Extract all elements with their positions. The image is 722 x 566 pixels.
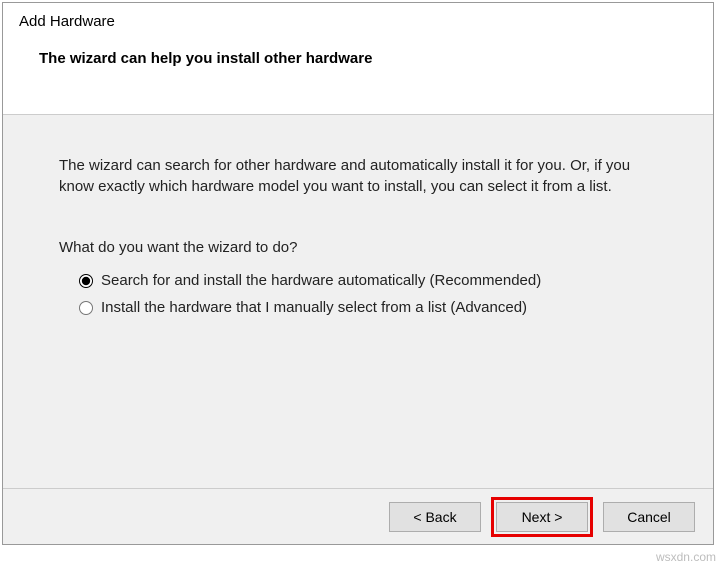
wizard-body: The wizard can search for other hardware… — [3, 115, 713, 488]
window-title: Add Hardware — [19, 13, 697, 30]
wizard-window: Add Hardware The wizard can help you ins… — [2, 2, 714, 545]
wizard-heading: The wizard can help you install other ha… — [39, 50, 697, 67]
option-manual[interactable]: Install the hardware that I manually sel… — [79, 299, 657, 316]
wizard-header: Add Hardware The wizard can help you ins… — [3, 3, 713, 115]
back-button[interactable]: < Back — [389, 502, 481, 532]
intro-text: The wizard can search for other hardware… — [59, 155, 657, 197]
next-button-highlight: Next > — [491, 497, 593, 537]
option-manual-label: Install the hardware that I manually sel… — [101, 299, 527, 316]
option-auto-radio[interactable] — [79, 274, 93, 288]
next-button[interactable]: Next > — [496, 502, 588, 532]
cancel-button[interactable]: Cancel — [603, 502, 695, 532]
watermark: wsxdn.com — [656, 550, 716, 564]
options-group: Search for and install the hardware auto… — [79, 272, 657, 316]
wizard-footer: < Back Next > Cancel — [3, 488, 713, 544]
prompt-text: What do you want the wizard to do? — [59, 239, 657, 256]
option-auto[interactable]: Search for and install the hardware auto… — [79, 272, 657, 289]
option-manual-radio[interactable] — [79, 301, 93, 315]
option-auto-label: Search for and install the hardware auto… — [101, 272, 541, 289]
